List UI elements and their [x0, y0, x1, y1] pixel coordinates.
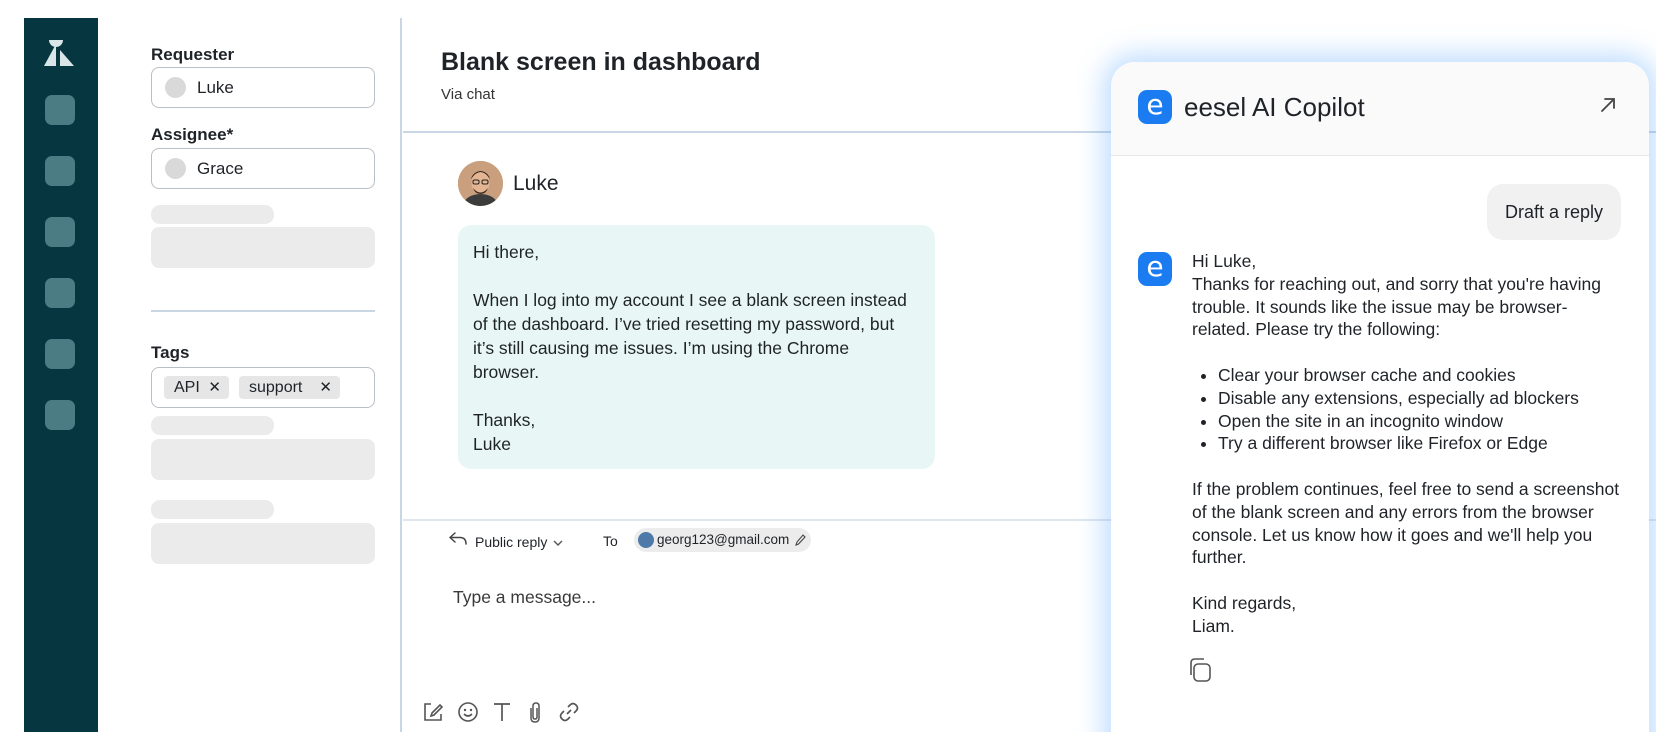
ticket-channel: Via chat: [441, 86, 495, 103]
eesel-logo-icon: e: [1138, 90, 1172, 124]
app-frame: Requester Luke Assignee* Grace Tags API …: [24, 18, 1656, 732]
edit-pencil-icon[interactable]: [794, 533, 806, 547]
reply-greeting: Hi Luke,: [1192, 251, 1257, 271]
message-input[interactable]: Type a message...: [453, 587, 596, 608]
reply-step: Clear your browser cache and cookies: [1218, 364, 1622, 387]
requester-field[interactable]: Luke: [151, 67, 375, 108]
placeholder-label: [151, 205, 274, 224]
chevron-down-icon[interactable]: [552, 537, 564, 549]
message-greeting: Hi there,: [473, 242, 540, 262]
remove-tag-icon[interactable]: ✕: [208, 376, 221, 399]
message-signoff: Thanks,: [473, 410, 536, 430]
assignee-label: Assignee*: [151, 125, 234, 144]
assignee-field[interactable]: Grace: [151, 148, 375, 189]
reply-step: Try a different browser like Firefox or …: [1218, 432, 1622, 455]
requester-label: Requester: [151, 45, 235, 64]
recipient-email: georg123@gmail.com: [657, 532, 790, 547]
zendesk-logo-icon[interactable]: [42, 38, 76, 68]
reply-intro: Thanks for reaching out, and sorry that …: [1192, 273, 1601, 340]
tag-api: API ✕: [164, 376, 229, 399]
divider: [151, 310, 375, 312]
copilot-header: e eesel AI Copilot: [1111, 62, 1649, 156]
ticket-properties-panel: Requester Luke Assignee* Grace Tags API …: [98, 18, 402, 732]
placeholder-field: [151, 439, 375, 480]
copilot-panel: e eesel AI Copilot Draft a reply e Hi Lu…: [1111, 62, 1649, 732]
reply-closing: Kind regards,: [1192, 592, 1297, 613]
compose-icon[interactable]: [421, 700, 445, 724]
ticket-title: Blank screen in dashboard: [441, 48, 761, 76]
assignee-avatar: [165, 158, 186, 179]
requester-value: Luke: [197, 78, 234, 97]
nav-item-4[interactable]: [45, 278, 75, 308]
text-format-icon[interactable]: [490, 700, 514, 724]
reply-step: Open the site in an incognito window: [1218, 410, 1622, 433]
tag-label: support: [249, 379, 303, 396]
emoji-icon[interactable]: [456, 700, 480, 724]
tags-field[interactable]: API ✕ support ✕: [151, 367, 375, 408]
nav-item-5[interactable]: [45, 339, 75, 369]
remove-tag-icon[interactable]: ✕: [319, 376, 332, 399]
sender-avatar: [458, 161, 503, 206]
reply-arrow-icon: [449, 532, 467, 545]
nav-item-6[interactable]: [45, 400, 75, 430]
placeholder-field: [151, 227, 375, 268]
requester-avatar: [165, 77, 186, 98]
placeholder-label: [151, 500, 274, 519]
nav-item-1[interactable]: [45, 95, 75, 125]
placeholder-label: [151, 416, 274, 435]
arrow-up-right-icon[interactable]: [1597, 94, 1619, 116]
recipient-avatar: [638, 532, 654, 548]
user-prompt-bubble: Draft a reply: [1487, 184, 1621, 240]
nav-item-3[interactable]: [45, 217, 75, 247]
reply-followup: If the problem continues, feel free to s…: [1192, 478, 1620, 568]
tag-support: support ✕: [239, 376, 340, 399]
nav-item-2[interactable]: [45, 156, 75, 186]
recipient-chip[interactable]: georg123@gmail.com: [634, 528, 811, 552]
copy-icon[interactable]: [1187, 656, 1213, 684]
customer-message: Hi there, When I log into my account I s…: [458, 225, 935, 469]
ai-draft-reply: Hi Luke, Thanks for reaching out, and so…: [1192, 250, 1622, 638]
app-sidebar: [24, 18, 98, 732]
assignee-value: Grace: [197, 159, 244, 178]
message-body: When I log into my account I see a blank…: [473, 290, 907, 382]
attachment-icon[interactable]: [523, 700, 547, 724]
reply-step: Disable any extensions, especially ad bl…: [1218, 387, 1622, 410]
reply-steps: Clear your browser cache and cookies Dis…: [1218, 364, 1622, 455]
link-icon[interactable]: [557, 700, 581, 724]
sender-name: Luke: [513, 172, 559, 195]
reply-name: Liam.: [1192, 615, 1235, 636]
message-signature: Luke: [473, 434, 511, 454]
copilot-title: eesel AI Copilot: [1184, 92, 1365, 122]
placeholder-field: [151, 523, 375, 564]
reply-type-dropdown[interactable]: Public reply: [475, 534, 547, 550]
to-label: To: [603, 533, 618, 549]
tag-label: API: [174, 379, 200, 396]
tags-label: Tags: [151, 343, 190, 362]
eesel-avatar-icon: e: [1138, 252, 1172, 286]
